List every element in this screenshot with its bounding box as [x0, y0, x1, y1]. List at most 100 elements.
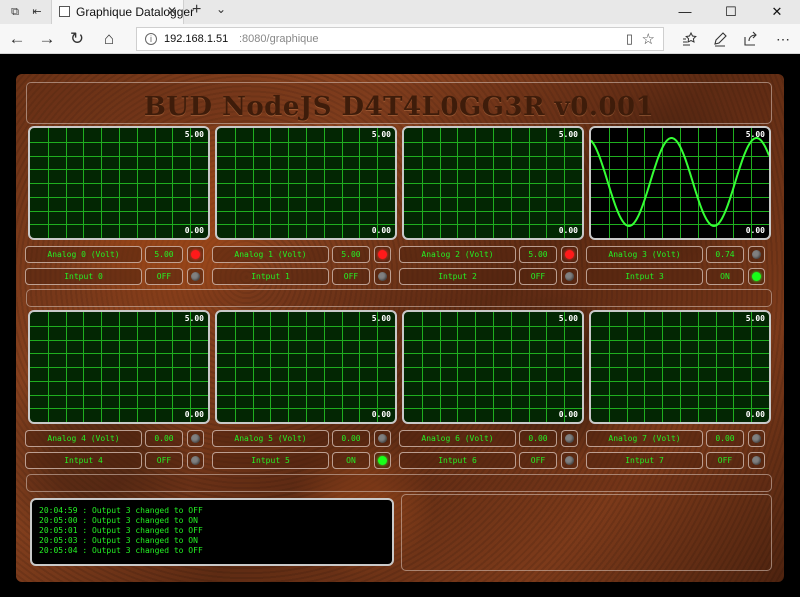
- graph-grid: [217, 312, 395, 422]
- input-state: OFF: [332, 268, 370, 285]
- maximize-icon[interactable]: ☐: [708, 0, 754, 24]
- input-led[interactable]: [187, 452, 204, 469]
- graph-min-label: 0.00: [184, 410, 204, 419]
- app-title: BUD NodeJS D4T4L0GG3R v0.001: [143, 92, 655, 122]
- graph-max-label: 5.00: [371, 314, 391, 323]
- analog-led: [561, 246, 578, 263]
- more-icon[interactable]: ⋯: [772, 29, 794, 49]
- datalogger-panel: BUD NodeJS D4T4L0GG3R v0.001 5.00 0.00 Ana…: [16, 74, 784, 582]
- graph-max-label: 5.00: [184, 130, 204, 139]
- analog-label: Analog 0 (Volt): [25, 246, 142, 263]
- minimize-icon[interactable]: —: [662, 0, 708, 24]
- analog-value: 0.00: [332, 430, 370, 447]
- input-led[interactable]: [561, 452, 578, 469]
- oscilloscope-graph: 5.00 0.00: [28, 126, 210, 240]
- led-dot-icon: [378, 456, 387, 465]
- new-tab-icon[interactable]: +: [192, 1, 201, 19]
- input-label: Intput 5: [212, 452, 329, 469]
- oscilloscope-graph: 5.00 0.00: [402, 310, 584, 424]
- browser-tab[interactable]: Graphique Datalogger ✕: [51, 0, 194, 24]
- graph-max-label: 5.00: [558, 314, 578, 323]
- graph-min-label: 0.00: [371, 226, 391, 235]
- input-led[interactable]: [561, 268, 578, 285]
- close-tab-icon[interactable]: ✕: [167, 4, 177, 18]
- analog-value: 0.00: [145, 430, 183, 447]
- log-line: 20:05:01 : Output 3 changed to OFF: [39, 526, 203, 535]
- input-led[interactable]: [374, 452, 391, 469]
- empty-side-panel: [401, 494, 772, 571]
- address-bar[interactable]: i 192.168.1.51 :8080/graphique ▯ ☆: [136, 27, 664, 51]
- led-dot-icon: [752, 250, 761, 259]
- url-host: 192.168.1.51: [164, 33, 229, 45]
- forward-icon[interactable]: →: [36, 29, 58, 49]
- graph-min-label: 0.00: [558, 226, 578, 235]
- graph-grid: [30, 128, 208, 238]
- graph-grid: [591, 128, 769, 238]
- graph-grid: [217, 128, 395, 238]
- analog-led: [748, 246, 765, 263]
- oscilloscope-graph: 5.00 0.00: [589, 126, 771, 240]
- analog-led: [187, 430, 204, 447]
- input-led[interactable]: [374, 268, 391, 285]
- led-dot-icon: [565, 456, 574, 465]
- input-label: Intput 7: [586, 452, 703, 469]
- input-led[interactable]: [748, 268, 765, 285]
- event-log: 20:04:59 : Output 3 changed to OFF 20:05…: [30, 498, 394, 566]
- graph-min-label: 0.00: [184, 226, 204, 235]
- share-icon[interactable]: [743, 31, 759, 47]
- led-dot-icon: [191, 456, 200, 465]
- log-line: 20:05:03 : Output 3 changed to ON: [39, 536, 198, 545]
- input-led[interactable]: [748, 452, 765, 469]
- browser-nav-bar: ← → ↻ ⌂ i 192.168.1.51 :8080/graphique ▯…: [0, 24, 800, 54]
- analog-led: [561, 430, 578, 447]
- pen-notes-icon[interactable]: [712, 31, 728, 47]
- analog-label: Analog 5 (Volt): [212, 430, 329, 447]
- analog-value: 0.74: [706, 246, 744, 263]
- graph-grid: [591, 312, 769, 422]
- reading-view-icon[interactable]: ▯: [626, 31, 633, 47]
- analog-led: [374, 430, 391, 447]
- input-label: Intput 1: [212, 268, 329, 285]
- input-label: Intput 0: [25, 268, 142, 285]
- oscilloscope-graph: 5.00 0.00: [589, 310, 771, 424]
- page-favicon-icon: [59, 6, 70, 17]
- tab-preview-chevron-icon[interactable]: ⌄: [216, 2, 226, 16]
- analog-label: Analog 2 (Volt): [399, 246, 516, 263]
- oscilloscope-graph: 5.00 0.00: [402, 126, 584, 240]
- input-label: Intput 4: [25, 452, 142, 469]
- input-label: Intput 3: [586, 268, 703, 285]
- close-window-icon[interactable]: ✕: [754, 0, 800, 24]
- analog-label: Analog 3 (Volt): [586, 246, 703, 263]
- led-dot-icon: [378, 434, 387, 443]
- separator-bar-top: [26, 289, 772, 307]
- led-dot-icon: [565, 272, 574, 281]
- led-dot-icon: [752, 456, 761, 465]
- led-dot-icon: [565, 434, 574, 443]
- led-dot-icon: [191, 272, 200, 281]
- input-state: OFF: [706, 452, 744, 469]
- refresh-icon[interactable]: ↻: [66, 29, 88, 49]
- analog-value: 5.00: [145, 246, 183, 263]
- set-aside-tabs-icon[interactable]: ⇤: [28, 3, 46, 21]
- input-led[interactable]: [187, 268, 204, 285]
- back-icon[interactable]: ←: [6, 29, 28, 49]
- input-state: ON: [332, 452, 370, 469]
- separator-bar-bottom: [26, 474, 772, 492]
- analog-value: 5.00: [332, 246, 370, 263]
- graph-max-label: 5.00: [184, 314, 204, 323]
- tab-manager-icon[interactable]: ⧉: [6, 3, 24, 21]
- input-state: OFF: [145, 268, 183, 285]
- browser-tab-bar: ⧉ ⇤ Graphique Datalogger ✕ + ⌄ — ☐ ✕: [0, 0, 800, 24]
- led-dot-icon: [191, 434, 200, 443]
- graph-max-label: 5.00: [371, 130, 391, 139]
- site-info-icon[interactable]: i: [145, 33, 157, 45]
- favorites-hub-icon[interactable]: [682, 31, 698, 47]
- oscilloscope-graph: 5.00 0.00: [215, 126, 397, 240]
- home-icon[interactable]: ⌂: [98, 29, 120, 49]
- graph-min-label: 0.00: [371, 410, 391, 419]
- input-label: Intput 6: [399, 452, 516, 469]
- log-line: 20:04:59 : Output 3 changed to OFF: [39, 506, 203, 515]
- input-state: OFF: [145, 452, 183, 469]
- analog-label: Analog 4 (Volt): [25, 430, 142, 447]
- favorite-star-icon[interactable]: ☆: [642, 30, 655, 48]
